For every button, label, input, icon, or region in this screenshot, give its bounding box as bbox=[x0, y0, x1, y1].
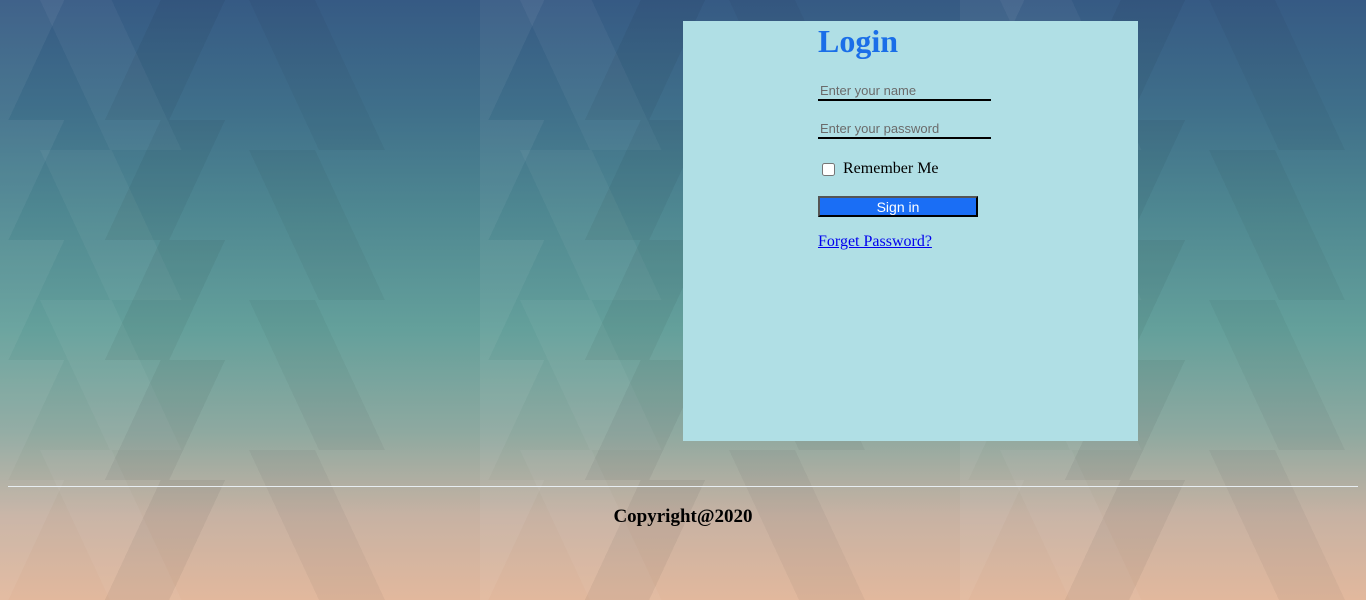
remember-me-label: Remember Me bbox=[843, 160, 939, 177]
login-form: Login Remember Me Sign in Forget Passwor… bbox=[818, 21, 1078, 251]
remember-me-checkbox[interactable] bbox=[822, 162, 835, 176]
login-panel: Login Remember Me Sign in Forget Passwor… bbox=[683, 21, 1138, 441]
footer-copyright: Copyright@2020 bbox=[613, 506, 753, 527]
login-title: Login bbox=[818, 23, 899, 59]
name-input[interactable] bbox=[818, 81, 991, 101]
password-input[interactable] bbox=[818, 119, 991, 139]
sign-in-button[interactable]: Sign in bbox=[818, 196, 978, 217]
forgot-password-link[interactable]: Forget Password? bbox=[818, 233, 932, 251]
footer-divider bbox=[8, 486, 1358, 487]
remember-me-row[interactable]: Remember Me bbox=[818, 159, 1078, 179]
